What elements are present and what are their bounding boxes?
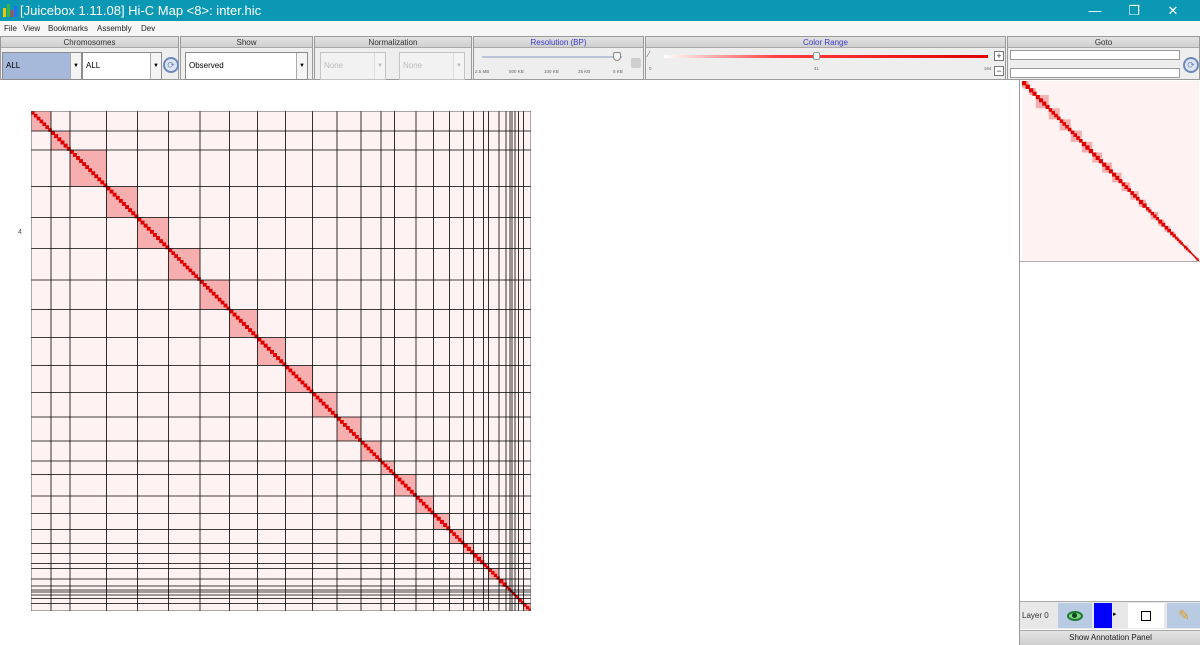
normalization-y-value: None: [403, 61, 423, 70]
resolution-tick: 500 KB: [509, 69, 524, 74]
chromosomes-panel: Chromosomes ALL ▼ ALL ▼ ⟳: [0, 36, 179, 80]
menu-file[interactable]: File: [4, 21, 17, 36]
color-range-slider-thumb[interactable]: [813, 52, 820, 60]
side-panel: Layer 0 ▸ ✎ Show Annotation Panel: [1019, 80, 1200, 645]
resolution-panel: Resolution (BP) 2.5 MB 500 KB 100 KB 25 …: [473, 36, 644, 80]
resolution-tick: 5 KB: [613, 69, 623, 74]
goto-y-input[interactable]: [1010, 68, 1180, 78]
chromosome-x-select[interactable]: ALL ▼: [2, 52, 82, 80]
layer-color-swatch[interactable]: [1094, 603, 1112, 628]
menu-bar: File View Bookmarks Assembly Dev: [0, 21, 1200, 36]
show-value: Observed: [189, 61, 224, 70]
color-range-mid: 41: [814, 66, 820, 71]
resolution-tick: 25 KB: [578, 69, 591, 74]
color-range-panel: Color Range ⁄ 0 41 164 + −: [645, 36, 1006, 80]
y-axis-marker: 4: [18, 229, 22, 236]
color-scale-icon[interactable]: ⁄: [648, 50, 649, 59]
thumbnail-canvas: [1022, 81, 1199, 261]
restore-button[interactable]: ❐: [1114, 0, 1154, 21]
thumbnail-map[interactable]: [1022, 81, 1199, 261]
goto-panel: Goto ⟳: [1007, 36, 1200, 80]
minimize-button[interactable]: —: [1075, 0, 1115, 21]
color-range-minus-button[interactable]: −: [994, 66, 1004, 76]
resolution-slider-track[interactable]: [482, 56, 622, 58]
chevron-down-icon: ▼: [453, 53, 464, 79]
menu-view[interactable]: View: [23, 21, 40, 36]
color-range-max: 164: [984, 66, 992, 71]
refresh-icon[interactable]: ⟳: [163, 57, 179, 73]
show-panel: Show Observed ▼: [180, 36, 313, 80]
goto-x-input[interactable]: [1010, 50, 1180, 60]
show-select[interactable]: Observed ▼: [185, 52, 308, 80]
menu-assembly[interactable]: Assembly: [97, 21, 132, 36]
goto-header: Goto: [1008, 37, 1199, 48]
chromosome-y-value: ALL: [86, 61, 101, 70]
chevron-right-icon[interactable]: ▸: [1113, 610, 1117, 618]
chevron-down-icon: ▼: [374, 53, 385, 79]
square-icon: [1141, 610, 1151, 621]
heatmap-canvas: [31, 111, 531, 611]
normalization-header: Normalization: [315, 37, 471, 48]
color-range-min: 0: [649, 66, 652, 71]
normalization-panel: Normalization None ▼ None ▼: [314, 36, 472, 80]
chromosome-y-select[interactable]: ALL ▼: [82, 52, 162, 80]
normalization-x-value: None: [324, 61, 344, 70]
title-bar: [Juicebox 1.11.08] Hi-C Map <8>: inter.h…: [0, 0, 1200, 21]
layer-label: Layer 0: [1022, 611, 1049, 620]
annotation-layer-bar: Layer 0 ▸ ✎: [1020, 601, 1200, 629]
chevron-down-icon: ▼: [150, 53, 161, 79]
resolution-slider-thumb[interactable]: [613, 52, 621, 61]
resolution-header: Resolution (BP): [474, 37, 643, 48]
pencil-icon[interactable]: ✎: [1167, 603, 1200, 628]
resolution-tick: 2.5 MB: [475, 69, 490, 74]
chromosome-x-value: ALL: [6, 61, 21, 70]
window-title: [Juicebox 1.11.08] Hi-C Map <8>: inter.h…: [20, 3, 262, 18]
normalization-y-select[interactable]: None ▼: [399, 52, 465, 80]
menu-dev[interactable]: Dev: [141, 21, 155, 36]
lock-icon[interactable]: [631, 58, 641, 68]
toolbar: Chromosomes ALL ▼ ALL ▼ ⟳ Show Observed …: [0, 36, 1200, 80]
close-button[interactable]: ✕: [1153, 0, 1193, 21]
hic-heatmap[interactable]: [31, 111, 531, 611]
draw-rectangle-button[interactable]: [1128, 603, 1164, 628]
chevron-down-icon: ▼: [296, 53, 307, 79]
normalization-x-select[interactable]: None ▼: [320, 52, 386, 80]
juicebox-app-icon: [3, 3, 17, 17]
show-annotation-panel-button[interactable]: Show Annotation Panel: [1020, 630, 1200, 645]
eye-icon: [1067, 610, 1083, 621]
color-range-plus-button[interactable]: +: [994, 51, 1004, 61]
chromosomes-header: Chromosomes: [1, 37, 178, 48]
color-range-slider-track[interactable]: [664, 55, 988, 58]
resolution-tick: 100 KB: [544, 69, 559, 74]
color-range-header: Color Range: [646, 37, 1005, 48]
refresh-icon[interactable]: ⟳: [1183, 57, 1199, 73]
divider: [1020, 261, 1200, 262]
show-header: Show: [181, 37, 312, 48]
chevron-down-icon: ▼: [70, 53, 81, 79]
menu-bookmarks[interactable]: Bookmarks: [48, 21, 88, 36]
toggle-visibility-button[interactable]: [1058, 603, 1092, 628]
